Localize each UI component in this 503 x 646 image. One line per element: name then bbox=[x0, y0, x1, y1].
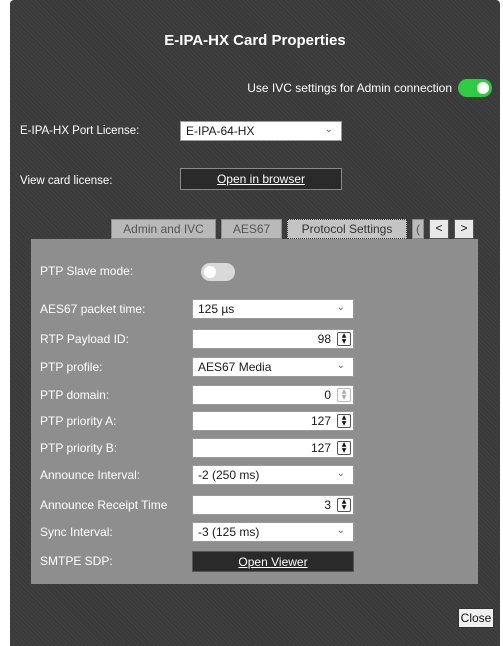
ptp-priority-b-input[interactable]: 127 ▲ ▼ bbox=[192, 438, 354, 458]
ptp-slave-label: PTP Slave mode: bbox=[40, 264, 134, 278]
rtp-payload-label: RTP Payload ID: bbox=[40, 332, 129, 346]
stepper-icon[interactable]: ▲ ▼ bbox=[337, 332, 351, 346]
ivc-settings-row: Use IVC settings for Admin connection bbox=[247, 78, 492, 98]
ptp-priority-a-input[interactable]: 127 ▲ ▼ bbox=[192, 411, 354, 431]
ivc-settings-toggle[interactable] bbox=[458, 79, 492, 97]
chevron-down-icon: ⌄ bbox=[324, 124, 333, 135]
close-button[interactable]: Close bbox=[458, 608, 494, 628]
packet-time-label: AES67 packet time: bbox=[40, 302, 146, 316]
chevron-down-icon: ⌄ bbox=[336, 525, 345, 536]
port-license-label: E-IPA-HX Port License: bbox=[20, 125, 140, 137]
tab-aes67[interactable]: AES67 bbox=[221, 219, 282, 239]
ptp-slave-toggle[interactable] bbox=[201, 263, 235, 281]
packet-time-value: 125 µs bbox=[198, 302, 235, 316]
rtp-payload-input[interactable]: 98 ▲ ▼ bbox=[192, 329, 354, 349]
announce-receipt-value: 3 bbox=[324, 498, 331, 512]
chevron-down-icon: ⌄ bbox=[336, 360, 345, 371]
toggle-knob bbox=[204, 266, 216, 278]
packet-time-select[interactable]: 125 µs ⌄ bbox=[192, 299, 354, 319]
toggle-knob bbox=[477, 82, 489, 94]
smtpe-sdp-label: SMTPE SDP: bbox=[40, 554, 113, 568]
ptp-priority-b-value: 127 bbox=[310, 441, 331, 455]
announce-receipt-label: Announce Receipt Time bbox=[40, 498, 168, 512]
ptp-priority-a-label: PTP priority A: bbox=[40, 414, 117, 428]
announce-interval-label: Announce Interval: bbox=[40, 468, 141, 482]
open-in-browser-button[interactable]: Open in browser bbox=[180, 168, 342, 190]
sync-interval-label: Sync Interval: bbox=[40, 525, 113, 539]
sync-interval-value: -3 (125 ms) bbox=[198, 525, 260, 539]
rtp-payload-value: 98 bbox=[317, 332, 331, 346]
ptp-domain-value: 0 bbox=[324, 388, 331, 402]
open-viewer-button[interactable]: Open Viewer bbox=[192, 551, 354, 572]
ptp-domain-input[interactable]: 0 ▲ ▼ bbox=[192, 385, 354, 405]
ptp-profile-label: PTP profile: bbox=[40, 360, 103, 374]
chevron-down-icon: ⌄ bbox=[336, 302, 345, 313]
tab-partial[interactable]: ( bbox=[412, 219, 424, 239]
port-license-select[interactable]: E-IPA-64-HX ⌄ bbox=[180, 121, 342, 141]
ptp-domain-label: PTP domain: bbox=[40, 388, 110, 402]
ptp-profile-select[interactable]: AES67 Media ⌄ bbox=[192, 357, 354, 377]
ptp-priority-b-label: PTP priority B: bbox=[40, 441, 118, 455]
sync-interval-select[interactable]: -3 (125 ms) ⌄ bbox=[192, 522, 354, 542]
stepper-icon[interactable]: ▲ ▼ bbox=[337, 414, 351, 428]
ivc-settings-label: Use IVC settings for Admin connection bbox=[247, 81, 452, 95]
stepper-icon[interactable]: ▲ ▼ bbox=[337, 498, 351, 512]
announce-interval-select[interactable]: -2 (250 ms) ⌄ bbox=[192, 465, 354, 485]
port-license-value: E-IPA-64-HX bbox=[186, 124, 255, 138]
tab-scroll-next-button[interactable]: > bbox=[454, 219, 474, 239]
tab-protocol-settings[interactable]: Protocol Settings bbox=[287, 219, 407, 239]
stepper-icon[interactable]: ▲ ▼ bbox=[337, 388, 351, 402]
view-license-label: View card license: bbox=[20, 175, 113, 187]
chevron-down-icon: ⌄ bbox=[336, 468, 345, 479]
dialog-title: E-IPA-HX Card Properties bbox=[164, 32, 346, 49]
announce-interval-value: -2 (250 ms) bbox=[198, 468, 260, 482]
stepper-icon[interactable]: ▲ ▼ bbox=[337, 441, 351, 455]
tab-scroll-prev-button[interactable]: < bbox=[429, 219, 449, 239]
announce-receipt-input[interactable]: 3 ▲ ▼ bbox=[192, 495, 354, 515]
ptp-priority-a-value: 127 bbox=[310, 414, 331, 428]
tab-admin-and-ivc[interactable]: Admin and IVC bbox=[111, 219, 216, 239]
ptp-profile-value: AES67 Media bbox=[198, 360, 272, 374]
